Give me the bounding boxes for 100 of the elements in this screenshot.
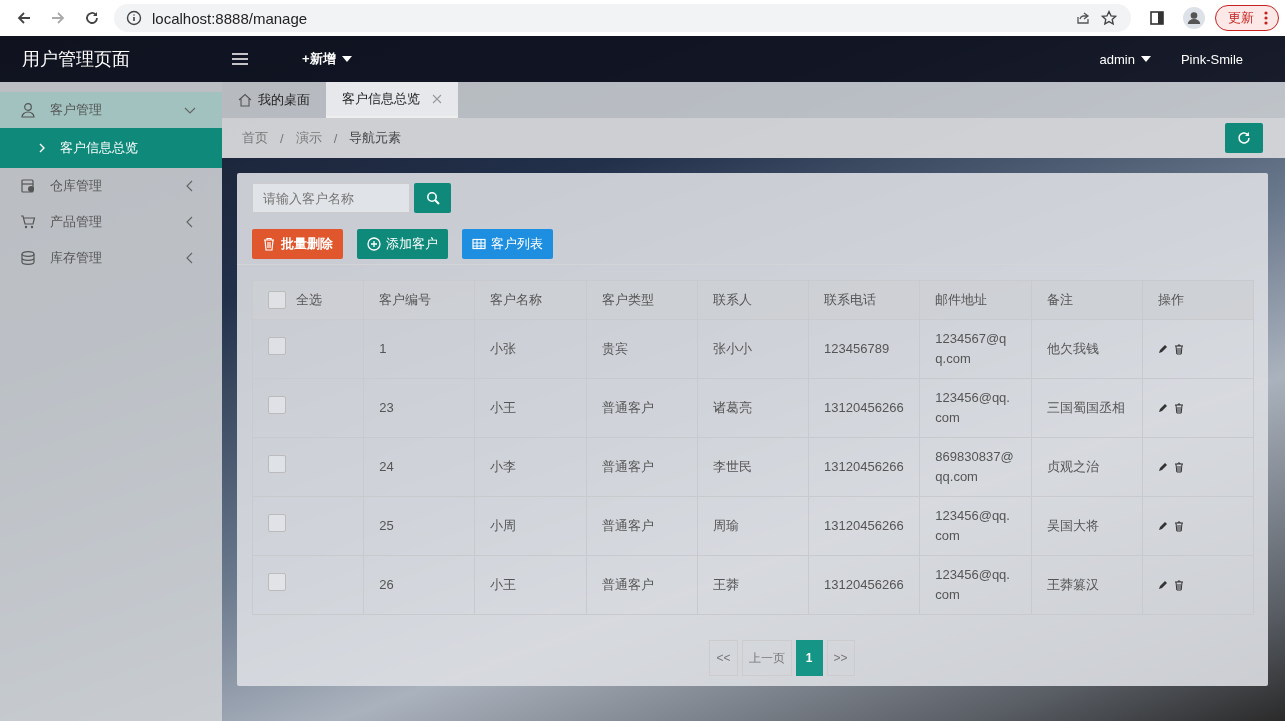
- app-title: 用户管理页面: [22, 48, 131, 71]
- column-header: 备注: [1031, 280, 1143, 320]
- table-cell: 小周: [474, 496, 587, 556]
- table-cell: 吴国大将: [1031, 496, 1143, 556]
- table-cell: 贵宾: [586, 319, 698, 379]
- reload-icon[interactable]: [84, 10, 100, 26]
- page-button[interactable]: 1: [795, 640, 823, 676]
- table-cell: 张小小: [697, 319, 809, 379]
- table-cell: 26: [363, 555, 475, 615]
- sidebar-item[interactable]: 库存管理: [0, 240, 222, 276]
- search-field[interactable]: 请输入客户名称: [252, 183, 410, 213]
- search-button[interactable]: [414, 183, 451, 213]
- column-header: 邮件地址: [919, 280, 1032, 320]
- sidebar-item[interactable]: 仓库管理: [0, 168, 222, 204]
- table-cell: 1: [363, 319, 475, 379]
- table-cell: 123456789: [808, 319, 920, 379]
- table-cell: 小李: [474, 437, 587, 497]
- list-button[interactable]: 客户列表: [462, 229, 553, 259]
- tab[interactable]: 我的桌面: [222, 82, 326, 118]
- home-icon: [238, 93, 252, 107]
- grid-icon: [472, 237, 486, 251]
- edit-icon[interactable]: [1157, 462, 1168, 472]
- back-icon[interactable]: [16, 10, 32, 26]
- add-button[interactable]: 添加客户: [357, 229, 448, 259]
- table-cell: 25: [363, 496, 475, 556]
- refresh-icon: [1237, 131, 1251, 145]
- row-checkbox[interactable]: [268, 396, 286, 414]
- table-cell: 13120456266: [808, 496, 920, 556]
- table-cell: 李世民: [697, 437, 809, 497]
- more-icon: [1264, 11, 1268, 25]
- breadcrumb-link[interactable]: 演示: [295, 129, 322, 147]
- delete-icon[interactable]: [1173, 461, 1184, 473]
- chevron-right-icon: [38, 143, 46, 153]
- database-icon: [20, 250, 36, 266]
- side-panel-icon[interactable]: [1149, 10, 1165, 26]
- edit-icon[interactable]: [1157, 521, 1168, 531]
- table-cell: 贞观之治: [1031, 437, 1143, 497]
- table-cell: 普通客户: [586, 496, 698, 556]
- sidebar-item[interactable]: 产品管理: [0, 204, 222, 240]
- sidebar-item[interactable]: 客户管理: [0, 92, 222, 128]
- table-cell: 小张: [474, 319, 587, 379]
- delete-icon[interactable]: [1173, 520, 1184, 532]
- address-bar[interactable]: localhost:8888/manage: [114, 4, 1131, 32]
- column-header: 操作: [1142, 280, 1254, 320]
- edit-icon[interactable]: [1157, 580, 1168, 590]
- table-cell: 小王: [474, 378, 587, 438]
- edit-icon[interactable]: [1157, 403, 1168, 413]
- table-cell: 小王: [474, 555, 587, 615]
- trash-icon: [262, 237, 276, 251]
- delete-icon[interactable]: [1173, 343, 1184, 355]
- breadcrumb-separator: /: [280, 130, 284, 146]
- theme-link[interactable]: Pink-Smile: [1180, 51, 1243, 67]
- table-cell: 周瑜: [697, 496, 809, 556]
- table-cell: 他欠我钱: [1031, 319, 1143, 379]
- select-all-checkbox[interactable]: [268, 291, 286, 309]
- row-checkbox[interactable]: [268, 455, 286, 473]
- table-cell: 123456@qq.com: [919, 496, 1032, 556]
- table-cell: 王莽: [697, 555, 809, 615]
- cart-icon: [20, 214, 36, 230]
- table-cell: 123456@qq.com: [919, 378, 1032, 438]
- tab[interactable]: 客户信息总览: [326, 82, 458, 118]
- table-cell: 普通客户: [586, 378, 698, 438]
- sidebar-subitem[interactable]: 客户信息总览: [0, 128, 222, 168]
- table-cell: 13120456266: [808, 378, 920, 438]
- info-icon: [126, 10, 142, 26]
- profile-icon[interactable]: [1183, 7, 1205, 29]
- row-checkbox[interactable]: [268, 573, 286, 591]
- menu-icon[interactable]: [232, 53, 248, 65]
- breadcrumb-link[interactable]: 导航元素: [349, 129, 402, 147]
- row-checkbox[interactable]: [268, 337, 286, 355]
- share-icon[interactable]: [1075, 10, 1091, 26]
- storage-icon: [20, 178, 36, 194]
- page-button[interactable]: >>: [826, 640, 855, 676]
- update-button[interactable]: 更新: [1215, 5, 1279, 31]
- edit-icon[interactable]: [1157, 344, 1168, 354]
- row-checkbox[interactable]: [268, 514, 286, 532]
- column-header: 客户类型: [586, 280, 698, 320]
- page-button[interactable]: <<: [709, 640, 738, 676]
- delete-button[interactable]: 批量删除: [252, 229, 343, 259]
- caret-icon: [341, 56, 352, 62]
- user-menu[interactable]: admin: [1099, 51, 1151, 67]
- search-icon: [425, 191, 440, 205]
- refresh-button[interactable]: [1225, 123, 1263, 153]
- table-cell: 诸葛亮: [697, 378, 809, 438]
- table-cell: 普通客户: [586, 555, 698, 615]
- table-cell: 123456@qq.com: [919, 555, 1032, 615]
- table-cell: 三国蜀国丞相: [1031, 378, 1143, 438]
- add-menu[interactable]: +新增: [302, 50, 352, 68]
- column-header: 联系人: [697, 280, 809, 320]
- table-cell: 13120456266: [808, 437, 920, 497]
- table-cell: 普通客户: [586, 437, 698, 497]
- table-cell: 13120456266: [808, 555, 920, 615]
- page-button[interactable]: 上一页: [741, 640, 792, 676]
- star-icon[interactable]: [1101, 10, 1117, 26]
- table-cell: 869830837@qq.com: [919, 437, 1032, 497]
- delete-icon[interactable]: [1173, 402, 1184, 414]
- column-header: 客户编号: [363, 280, 475, 320]
- breadcrumb-link[interactable]: 首页: [242, 129, 268, 147]
- table-cell: 1234567@qq.com: [919, 319, 1032, 379]
- delete-icon[interactable]: [1173, 579, 1184, 591]
